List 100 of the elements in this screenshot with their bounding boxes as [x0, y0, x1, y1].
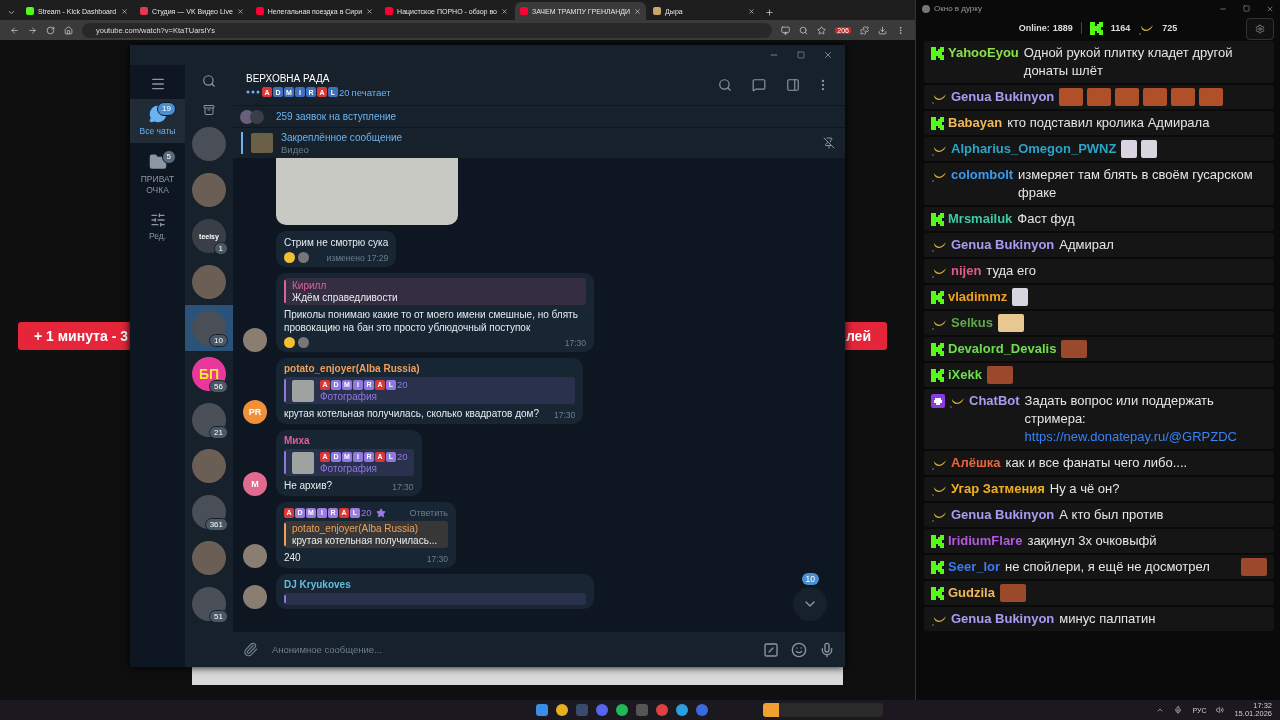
close-icon[interactable]	[634, 7, 642, 15]
folder-tab[interactable]: ПРИВАТ ОЧКА 5	[130, 147, 185, 203]
message-composer[interactable]: Анонимное сообщение...	[233, 632, 845, 667]
video-thumbnail	[251, 133, 273, 153]
message-time: 17:30	[391, 482, 414, 492]
reaction-avatar	[298, 337, 309, 348]
donate-link[interactable]: https://new.donatepay.ru/@GRPZDC	[1024, 429, 1237, 444]
chat-username: IridiumFlare	[948, 532, 1023, 550]
banner-text: лей	[845, 328, 871, 344]
app-icon[interactable]	[556, 704, 568, 716]
close-icon[interactable]	[1266, 4, 1274, 13]
join-requests-bar[interactable]: 259 заявок на вступление	[233, 105, 845, 127]
chat-message-text: измеряет там блять в своём гусарском фраке	[1018, 166, 1254, 202]
chat-list-item[interactable]: 361	[185, 489, 233, 535]
reaction-emoji-icon	[284, 337, 295, 348]
reaction-emoji-icon	[284, 252, 295, 263]
forward-icon[interactable]	[28, 25, 37, 35]
chat-title: ВЕРХОВНА РАДА	[246, 72, 331, 84]
reply-link[interactable]: Ответить	[389, 507, 449, 518]
site-favicon	[385, 7, 394, 15]
home-icon[interactable]	[64, 25, 73, 35]
close-icon[interactable]	[748, 7, 756, 15]
invader-icon	[931, 394, 945, 408]
chat-username: Selkus	[951, 314, 993, 332]
close-icon[interactable]	[121, 7, 128, 15]
app-icon[interactable]	[656, 704, 668, 716]
unpin-icon[interactable]	[823, 137, 835, 149]
quote-author: Кирилл	[292, 280, 328, 291]
start-icon[interactable]	[536, 704, 548, 716]
quote-text: крутая котельная получилась...	[292, 535, 438, 546]
close-icon[interactable]	[823, 50, 833, 60]
app-icon	[922, 4, 930, 13]
name-suffix: 20	[339, 86, 350, 98]
archive-icon	[203, 104, 215, 116]
app-icon[interactable]	[696, 704, 708, 716]
chat-list-item[interactable]: 51	[185, 581, 233, 627]
close-icon[interactable]	[236, 7, 244, 15]
online-label: Online:	[1018, 23, 1050, 33]
chat-avatar	[192, 265, 226, 299]
requester-avatar	[240, 109, 254, 124]
user-avatar: PR	[243, 400, 267, 424]
chat-message-text: А кто был против	[1059, 506, 1165, 524]
close-icon[interactable]	[366, 7, 374, 15]
site-favicon	[255, 7, 264, 15]
chat-username: Genua Bukinyon	[951, 88, 1055, 106]
typing-status: печатает	[351, 86, 391, 98]
chat-message-text: Ну а чё он?	[1049, 480, 1121, 498]
chat-username: Babayan	[948, 114, 1003, 132]
pinned-title: Закреплённое сообщение	[281, 131, 404, 143]
extensions-icon[interactable]	[860, 25, 869, 35]
maximize-icon[interactable]	[797, 51, 805, 59]
chat-avatar	[192, 311, 226, 345]
reload-icon[interactable]	[46, 25, 55, 35]
bookmark-star-icon[interactable]	[817, 25, 827, 35]
chat-username: YahooEyou	[948, 44, 1019, 62]
kick-logo-icon	[1089, 21, 1103, 35]
microphone-icon[interactable]	[1174, 706, 1183, 714]
volume-icon[interactable]	[1216, 706, 1225, 714]
search-icon	[718, 78, 732, 92]
app-icon[interactable]	[676, 704, 688, 716]
chat-username: Devalord_Devalis	[948, 340, 1057, 358]
chat-avatar	[192, 173, 226, 207]
window-title: Окно в дурку	[934, 4, 983, 13]
unread-badge: 19	[157, 102, 176, 117]
chat-list-item[interactable]: БП 56	[185, 351, 233, 397]
menu-icon	[149, 76, 166, 92]
folder-icon	[148, 153, 167, 172]
search-icon	[202, 74, 216, 88]
pinned-message-bar[interactable]: Закреплённое сообщение Видео	[233, 127, 845, 158]
folder-tab[interactable]: Ред.	[130, 206, 185, 249]
tray-expand-icon[interactable]	[1156, 706, 1165, 714]
folder-tab[interactable]: Все чаты 19	[130, 99, 185, 144]
chat-avatar	[192, 587, 226, 621]
app-icon[interactable]	[596, 704, 608, 716]
zoom-icon[interactable]	[799, 25, 809, 35]
user-avatar	[243, 328, 267, 352]
chat-list-item[interactable]: 10	[185, 305, 233, 351]
menu-icon[interactable]	[896, 25, 905, 35]
back-icon[interactable]	[10, 25, 19, 35]
chat-username: Genua Bukinyon	[951, 506, 1055, 524]
message-text: Не архив?	[284, 479, 333, 492]
bot-commands-icon[interactable]	[763, 641, 779, 658]
close-icon[interactable]	[500, 7, 508, 15]
settings-button[interactable]	[1246, 18, 1274, 40]
chat-username: Seer_lor	[948, 558, 1001, 576]
message-text: 240	[284, 551, 301, 564]
chat-list-item[interactable]: 21	[185, 397, 233, 443]
emoji-icon[interactable]	[791, 641, 807, 658]
chat-message-text: кто подставил кролика Адмирала	[1007, 114, 1211, 132]
chat-message-text: Задать вопрос или поддержать стримера: https://new.donatepay.ru/@GRPZDC	[1024, 392, 1238, 446]
attach-icon[interactable]	[243, 642, 258, 657]
chat-username: Угар Затмения	[951, 480, 1045, 498]
maximize-icon[interactable]	[1243, 5, 1250, 12]
app-icon[interactable]	[616, 704, 628, 716]
chat-message-text: зақинул 3х очковыфй	[1027, 532, 1158, 550]
cast-icon[interactable]	[781, 25, 791, 35]
unread-badge: 10	[209, 334, 228, 347]
download-icon[interactable]	[878, 25, 887, 35]
microphone-icon[interactable]	[819, 641, 835, 658]
message-text: крутая котельная получилась, сколько квадратов дом?	[284, 407, 539, 420]
